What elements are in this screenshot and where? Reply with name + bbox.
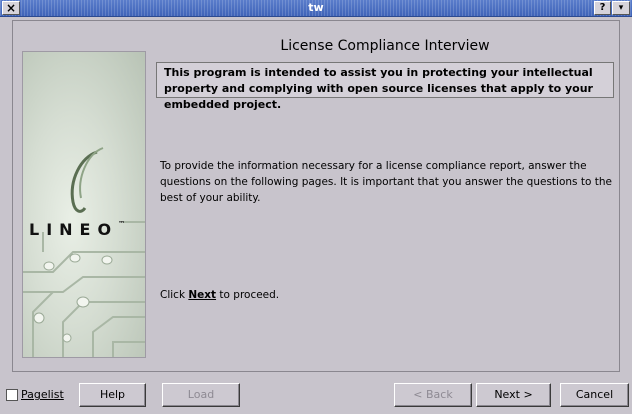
back-button-label: < Back (413, 388, 453, 401)
proceed-next-word: Next (188, 289, 217, 301)
next-button[interactable]: Next > (476, 383, 551, 407)
back-button[interactable]: < Back (394, 383, 472, 407)
page-title: License Compliance Interview (280, 38, 490, 54)
pagelist-checkbox[interactable] (6, 389, 18, 401)
circuit-graphic (23, 147, 145, 357)
cancel-button[interactable]: Cancel (560, 383, 629, 407)
window-title: tw (308, 1, 324, 14)
help-icon[interactable]: ? (594, 1, 611, 15)
help-button[interactable]: Help (79, 383, 146, 407)
proceed-prefix: Click (160, 289, 189, 301)
load-button[interactable]: Load (162, 383, 240, 407)
proceed-suffix: to proceed. (216, 289, 280, 301)
title-bar: tw × ? ▾ (0, 0, 632, 17)
window-menu-icon[interactable]: ▾ (612, 1, 630, 15)
pagelist-label[interactable]: Pagelist (21, 388, 64, 401)
next-button-label: Next > (494, 388, 533, 401)
lineo-logo: LINEO™ (29, 220, 145, 239)
help-button-label: Help (99, 388, 126, 401)
load-button-label: Load (187, 388, 215, 401)
logo-trademark: ™ (118, 220, 126, 228)
sidebar-logo-panel: LINEO™ (22, 51, 146, 358)
intro-box: This program is intended to assist you i… (156, 62, 614, 111)
cancel-button-label: Cancel (575, 388, 614, 401)
logo-text: LINEO (29, 220, 119, 239)
close-icon[interactable]: × (2, 1, 20, 15)
instructions-text: To provide the information necessary for… (160, 160, 612, 204)
proceed-text: Click Next to proceed. (160, 289, 279, 301)
